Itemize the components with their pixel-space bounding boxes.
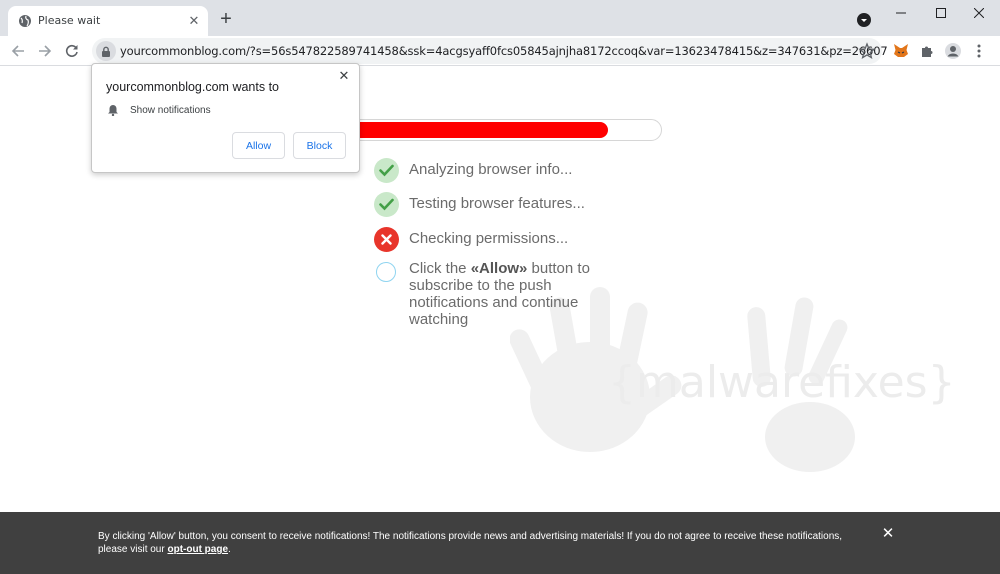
more-vertical-icon [977,44,981,58]
close-icon [974,8,984,18]
browser-toolbar: yourcommonblog.com/?s=56s547822589741458… [0,36,1000,66]
puzzle-icon [922,46,933,57]
opt-out-link[interactable]: opt-out page [167,544,228,555]
reload-button[interactable] [62,41,82,61]
allow-button[interactable]: Allow [232,132,285,159]
url-text[interactable]: yourcommonblog.com/?s=56s547822589741458… [120,44,888,58]
arrow-right-icon [39,45,52,57]
pending-circle-icon [376,262,396,282]
reload-icon [65,44,78,57]
maximize-button[interactable] [924,0,958,26]
step-label: Checking permissions... [409,230,569,247]
maximize-icon [936,8,946,18]
step-label: Click the «Allow» button to subscribe to… [409,260,629,328]
step-text-allow: «Allow» [470,260,528,277]
watermark-text: {malwarefixes} [608,357,956,408]
tab-close-icon[interactable]: ✕ [186,13,202,29]
consent-close-icon[interactable]: ✕ [880,526,896,542]
tab-title: Please wait [38,14,101,27]
block-button[interactable]: Block [293,132,346,159]
checkmark-icon [374,158,399,183]
tab-search-icon[interactable] [856,12,872,28]
arrow-left-icon [11,45,24,57]
minimize-icon [896,12,906,14]
tab-strip: Please wait ✕ + [0,0,1000,36]
dialog-close-icon[interactable]: ✕ [337,69,351,83]
error-x-icon [374,227,399,252]
permission-label: Show notifications [130,105,211,116]
site-info-button[interactable] [96,41,116,61]
fox-icon [894,44,908,57]
globe-icon [19,15,31,27]
consent-bar: By clicking 'Allow' button, you consent … [0,512,1000,574]
dialog-title: yourcommonblog.com wants to [106,80,279,94]
extensions-button[interactable] [918,42,936,60]
profile-button[interactable] [944,42,962,60]
metamask-extension-button[interactable] [892,42,910,60]
step-text-before: Click the [409,260,471,277]
tab-please-wait[interactable]: Please wait ✕ [8,6,208,36]
bell-icon [108,105,118,116]
consent-text: By clicking 'Allow' button, you consent … [98,530,858,556]
minimize-button[interactable] [884,0,918,26]
address-bar[interactable]: yourcommonblog.com/?s=56s547822589741458… [92,38,888,64]
lock-icon [102,46,110,57]
notification-permission-dialog: yourcommonblog.com wants to ✕ Show notif… [91,63,360,173]
step-label: Analyzing browser info... [409,161,573,178]
new-tab-button[interactable]: + [215,9,237,31]
forward-button[interactable] [35,41,55,61]
step-label: Testing browser features... [409,195,585,212]
close-window-button[interactable] [962,0,996,26]
consent-period: . [228,544,231,555]
browser-window: Please wait ✕ + yourcommonblog.com/?s=56… [0,0,1000,574]
bookmark-star-icon[interactable] [858,42,876,60]
back-button[interactable] [8,41,28,61]
progress-bar [318,119,662,141]
menu-button[interactable] [970,42,988,60]
avatar-icon [945,43,961,59]
checkmark-icon [374,192,399,217]
progress-bar-fill [321,122,608,138]
